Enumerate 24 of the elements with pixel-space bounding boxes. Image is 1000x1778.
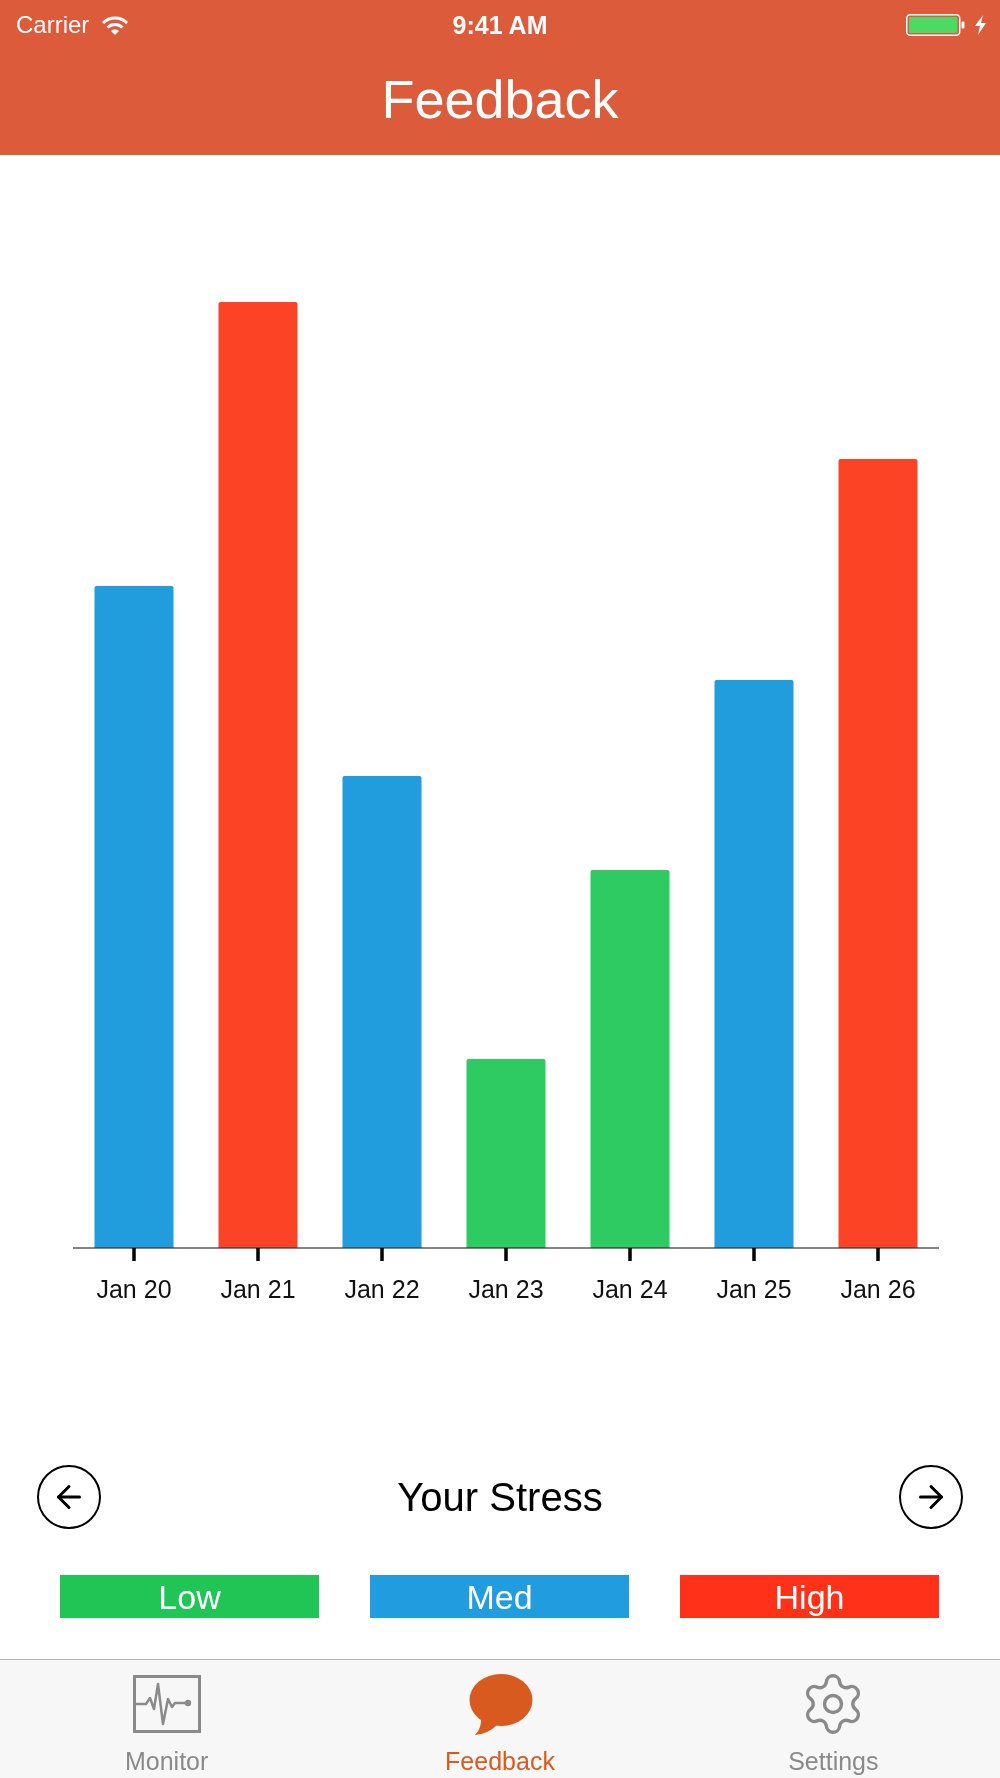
carrier-name: Carrier [16, 13, 90, 37]
left-arrow-button[interactable] [37, 1465, 101, 1529]
tab[interactable]: Feedback [333, 1660, 667, 1778]
legend-item: Med [370, 1575, 629, 1618]
status-time: 9:41 AM [452, 12, 548, 38]
axis-label: Jan 23 [468, 1274, 544, 1304]
speech-bubble-icon [467, 1673, 533, 1735]
wifi-icon [101, 14, 130, 36]
tab[interactable]: Settings [666, 1660, 1000, 1778]
battery-icon [906, 14, 965, 36]
axis-label: Jan 24 [592, 1274, 668, 1304]
axis-label: Jan 26 [840, 1274, 916, 1304]
charging-bolt-icon [975, 15, 986, 35]
pulse-chart-icon [132, 1675, 201, 1733]
tab[interactable]: Monitor [0, 1660, 334, 1778]
axis-label: Jan 21 [220, 1274, 296, 1304]
legend-item: High [680, 1575, 939, 1618]
section-title: Your Stress [397, 1477, 603, 1517]
screen-title: Feedback [381, 71, 619, 126]
axis-label: Jan 20 [96, 1274, 172, 1304]
right-arrow-button[interactable] [899, 1465, 963, 1529]
axis-label: Jan 22 [344, 1274, 420, 1304]
axis-label: Jan 25 [716, 1274, 792, 1304]
legend-item: Low [60, 1575, 319, 1618]
